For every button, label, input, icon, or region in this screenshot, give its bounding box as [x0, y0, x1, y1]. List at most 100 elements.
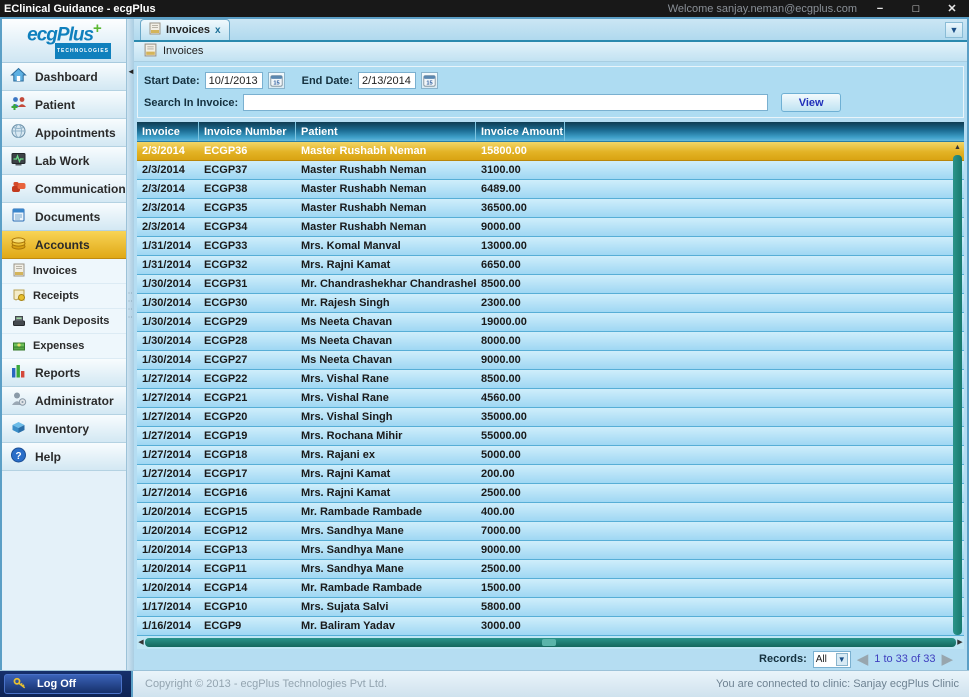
cell-invoice-number: ECGP17	[199, 465, 296, 483]
vertical-scrollbar[interactable]: ▲	[952, 143, 963, 635]
table-row[interactable]: 1/20/2014ECGP13Mrs. Sandhya Mane9000.00	[137, 541, 964, 560]
column-header-empty[interactable]	[565, 122, 964, 141]
view-button[interactable]: View	[781, 93, 841, 112]
cell-empty	[565, 142, 964, 160]
sidebar-item-patient[interactable]: Patient	[2, 91, 126, 119]
start-date-calendar-icon[interactable]: 15	[268, 72, 285, 89]
table-row[interactable]: 1/27/2014ECGP20Mrs. Vishal Singh35000.00	[137, 408, 964, 427]
table-row[interactable]: 1/16/2014ECGP9Mr. Baliram Yadav3000.00	[137, 617, 964, 636]
end-date-calendar-icon[interactable]: 15	[421, 72, 438, 89]
key-icon	[13, 677, 27, 692]
table-row[interactable]: 1/20/2014ECGP14Mr. Rambade Rambade1500.0…	[137, 579, 964, 598]
table-row[interactable]: 1/31/2014ECGP32Mrs. Rajni Kamat6650.00	[137, 256, 964, 275]
table-row[interactable]: 1/31/2014ECGP33Mrs. Komal Manval13000.00	[137, 237, 964, 256]
log-off-button[interactable]: Log Off	[4, 674, 122, 694]
table-row[interactable]: 1/27/2014ECGP18Mrs. Rajani ex5000.00	[137, 446, 964, 465]
table-row[interactable]: 2/3/2014ECGP38Master Rushabh Neman6489.0…	[137, 180, 964, 199]
table-row[interactable]: 1/30/2014ECGP30Mr. Rajesh Singh2300.00	[137, 294, 964, 313]
cell-empty	[565, 161, 964, 179]
cell-empty	[565, 427, 964, 445]
sidebar-item-communication[interactable]: Communication	[2, 175, 126, 203]
sidebar-item-reports[interactable]: Reports	[2, 359, 126, 387]
cell-patient: Mrs. Sujata Salvi	[296, 598, 476, 616]
expenses-icon	[12, 338, 26, 355]
tab-close-icon[interactable]: x	[215, 25, 221, 36]
sidebar-item-label: Lab Work	[35, 154, 89, 168]
maximize-button[interactable]: □	[903, 3, 929, 15]
sidebar-item-inventory[interactable]: Inventory	[2, 415, 126, 443]
table-row[interactable]: 2/3/2014ECGP35Master Rushabh Neman36500.…	[137, 199, 964, 218]
horizontal-scrollbar-thumb[interactable]	[145, 638, 956, 647]
table-row[interactable]: 2/3/2014ECGP37Master Rushabh Neman3100.0…	[137, 161, 964, 180]
table-row[interactable]: 1/27/2014ECGP21Mrs. Vishal Rane4560.00	[137, 389, 964, 408]
sidebar-item-administrator[interactable]: Administrator	[2, 387, 126, 415]
scroll-up-icon[interactable]: ▲	[954, 143, 961, 153]
table-row[interactable]: 1/20/2014ECGP12Mrs. Sandhya Mane7000.00	[137, 522, 964, 541]
cell-invoice-number: ECGP27	[199, 351, 296, 369]
tab-label: Invoices	[166, 24, 210, 36]
vertical-scrollbar-thumb[interactable]	[953, 155, 962, 635]
cell-invoice-number: ECGP11	[199, 560, 296, 578]
table-row[interactable]: 1/20/2014ECGP11Mrs. Sandhya Mane2500.00	[137, 560, 964, 579]
cell-invoice-date: 1/27/2014	[137, 446, 199, 464]
sidebar-item-bank-deposits[interactable]: Bank Deposits	[2, 309, 126, 334]
end-date-input[interactable]	[358, 72, 416, 89]
table-row[interactable]: 1/30/2014ECGP28Ms Neeta Chavan8000.00	[137, 332, 964, 351]
sidebar-splitter[interactable]: ◄ ⋮⋮⋮⋮	[127, 19, 134, 670]
sidebar-item-label: Accounts	[35, 238, 90, 252]
table-row[interactable]: 1/27/2014ECGP22Mrs. Vishal Rane8500.00	[137, 370, 964, 389]
cell-invoice-number: ECGP10	[199, 598, 296, 616]
logo-plus-icon: +	[93, 20, 101, 37]
table-row[interactable]: 2/3/2014ECGP36Master Rushabh Neman15800.…	[137, 142, 964, 161]
search-in-invoice-input[interactable]	[243, 94, 768, 111]
sidebar-item-accounts[interactable]: Accounts	[2, 231, 126, 259]
close-button[interactable]: ✕	[939, 2, 965, 15]
cell-invoice-amount: 9000.00	[476, 218, 565, 236]
column-header-invoice-number[interactable]: Invoice Number	[199, 122, 296, 141]
column-header-patient[interactable]: Patient	[296, 122, 476, 141]
column-header-invoice-amount[interactable]: Invoice Amount	[476, 122, 565, 141]
cell-invoice-amount: 19000.00	[476, 313, 565, 331]
table-row[interactable]: 1/30/2014ECGP29Ms Neeta Chavan19000.00	[137, 313, 964, 332]
sidebar-item-expenses[interactable]: Expenses	[2, 334, 126, 359]
cell-empty	[565, 522, 964, 540]
sidebar-item-invoices[interactable]: Invoices	[2, 259, 126, 284]
sidebar-item-receipts[interactable]: Receipts	[2, 284, 126, 309]
sidebar-empty-area	[2, 471, 126, 670]
cell-invoice-amount: 5800.00	[476, 598, 565, 616]
column-header-invoice-date[interactable]: Invoice Date	[137, 122, 199, 141]
cell-invoice-amount: 8500.00	[476, 275, 565, 293]
table-row[interactable]: 1/30/2014ECGP31Mr. Chandrashekhar Chandr…	[137, 275, 964, 294]
sidebar-item-help[interactable]: ?Help	[2, 443, 126, 471]
table-row[interactable]: 1/27/2014ECGP19Mrs. Rochana Mihir55000.0…	[137, 427, 964, 446]
sidebar-item-appointments[interactable]: Appointments	[2, 119, 126, 147]
sidebar-item-dashboard[interactable]: Dashboard	[2, 63, 126, 91]
cell-empty	[565, 332, 964, 350]
scroll-left-icon[interactable]: ◀	[137, 638, 145, 646]
scroll-right-icon[interactable]: ▶	[956, 638, 964, 646]
cell-invoice-number: ECGP15	[199, 503, 296, 521]
table-row[interactable]: 1/30/2014ECGP27Ms Neeta Chavan9000.00	[137, 351, 964, 370]
cell-empty	[565, 275, 964, 293]
cell-invoice-amount: 7000.00	[476, 522, 565, 540]
table-row[interactable]: 1/17/2014ECGP10Mrs. Sujata Salvi5800.00	[137, 598, 964, 617]
sidebar-item-documents[interactable]: Documents	[2, 203, 126, 231]
select-chevron-down-icon: ▼	[836, 653, 848, 666]
administrator-icon	[10, 391, 27, 410]
previous-page-button[interactable]: ◀	[857, 652, 869, 667]
cell-invoice-number: ECGP13	[199, 541, 296, 559]
records-per-page-select[interactable]: All ▼	[813, 651, 851, 668]
minimize-button[interactable]: −	[867, 3, 893, 15]
tab-invoices[interactable]: Invoices x	[140, 19, 230, 40]
cell-invoice-amount: 4560.00	[476, 389, 565, 407]
table-row[interactable]: 1/20/2014ECGP15Mr. Rambade Rambade400.00	[137, 503, 964, 522]
start-date-input[interactable]	[205, 72, 263, 89]
table-row[interactable]: 1/27/2014ECGP17Mrs. Rajni Kamat200.00	[137, 465, 964, 484]
pagination-bar: Records: All ▼ ◀ 1 to 33 of 33 ▶	[134, 649, 967, 670]
next-page-button[interactable]: ▶	[941, 652, 953, 667]
tab-list-dropdown-button[interactable]: ▼	[945, 22, 963, 38]
table-row[interactable]: 2/3/2014ECGP34Master Rushabh Neman9000.0…	[137, 218, 964, 237]
sidebar-item-lab-work[interactable]: Lab Work	[2, 147, 126, 175]
horizontal-scrollbar[interactable]: ◀ ▶	[137, 636, 964, 649]
table-row[interactable]: 1/27/2014ECGP16Mrs. Rajni Kamat2500.00	[137, 484, 964, 503]
